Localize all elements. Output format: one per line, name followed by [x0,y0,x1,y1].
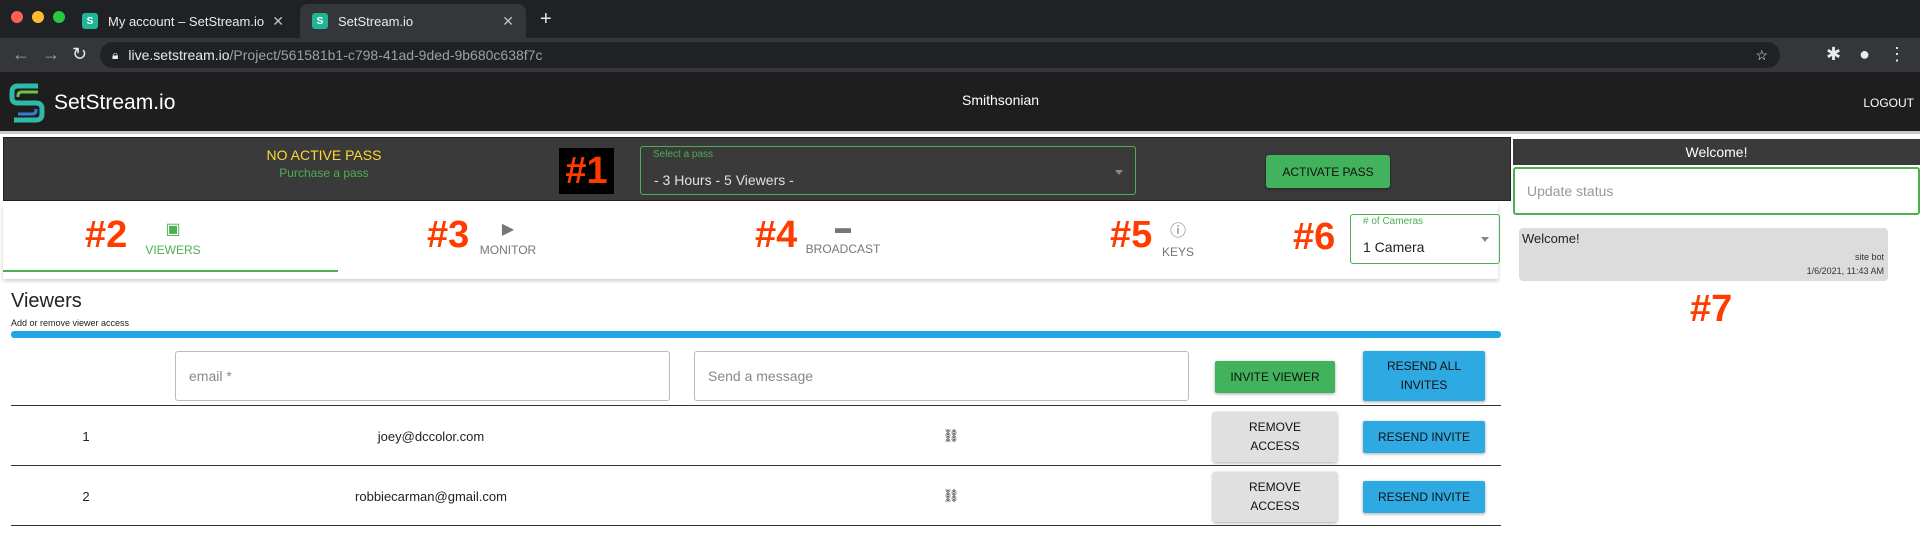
browser-tab-setstream[interactable]: S SetStream.io ✕ [300,4,526,38]
close-tab-icon[interactable]: ✕ [272,13,284,30]
message-timestamp: 1/6/2021, 11:43 AM [1806,266,1884,276]
info-circle-icon: ⓘ [1169,223,1186,240]
remove-access-button[interactable]: REMOVE ACCESS [1213,412,1337,462]
browser-tab-account[interactable]: S My account – SetStream.io ✕ [70,4,296,38]
status-input[interactable]: Update status [1513,167,1920,215]
message-field[interactable]: Send a message [694,351,1189,401]
purchase-pass-link[interactable]: Purchase a pass [259,166,389,180]
lock-icon: 🔒︎ [112,47,119,62]
pass-select-value: - 3 Hours - 5 Viewers - [654,172,794,188]
annotation-5: #5 [1110,214,1153,256]
table-row: 2 robbiecarman@gmail.com ⛓︎ REMOVE ACCES… [11,466,1501,526]
url-path: /Project/561581b1-c798-41ad-9ded-9b680c6… [229,47,543,63]
extensions-puzzle-icon[interactable]: ✱ [1826,44,1841,65]
setstream-favicon-icon: S [82,13,98,29]
browser-toolbar: ← → ↻ 🔒︎ live.setstream.io /Project/5615… [0,38,1920,72]
message-text: Welcome! [1522,231,1580,246]
resend-invite-button[interactable]: RESEND INVITE [1363,481,1485,513]
link-off-icon: ⛓︎ [942,428,960,443]
app-name: SetStream.io [54,91,176,114]
minimize-window-button[interactable] [32,11,44,23]
selected-tab-indicator [3,270,338,272]
row-index: 1 [82,428,90,444]
remove-access-button[interactable]: REMOVE ACCESS [1213,472,1337,522]
viewer-email: robbiecarman@gmail.com [355,488,507,504]
tab-title: SetStream.io [338,13,414,29]
section-tabs: ▣ VIEWERS ▶︎ MONITOR ▬ BROADCAST ⓘ KEYS … [3,204,1500,279]
viewers-table: email * Send a message INVITE VIEWER RES… [11,338,1501,526]
activate-pass-button[interactable]: ACTIVATE PASS [1266,155,1390,188]
tv-play-icon: ▶︎ [501,221,515,238]
window-controls[interactable] [11,11,65,23]
invite-row: email * Send a message INVITE VIEWER RES… [11,338,1501,406]
annotation-6: #6 [1293,216,1336,258]
tab-label: KEYS [1161,245,1194,259]
camera-count-value: 1 Camera [1363,239,1425,255]
chevron-down-icon [1115,170,1123,175]
url-host: live.setstream.io [128,47,230,63]
message-author: site bot [1854,252,1884,262]
close-window-button[interactable] [11,11,23,23]
tab-monitor[interactable]: ▶︎ MONITOR [476,204,540,272]
viewer-email: joey@dccolor.com [377,428,485,444]
setstream-favicon-icon: S [312,13,328,29]
pass-select[interactable]: Select a pass - 3 Hours - 5 Viewers - [640,146,1136,195]
resend-all-invites-button[interactable]: RESEND ALL INVITES [1363,351,1485,401]
browser-tab-strip: S My account – SetStream.io ✕ S SetStrea… [0,0,1920,38]
table-row: 1 joey@dccolor.com ⛓︎ REMOVE ACCESS RESE… [11,406,1501,466]
camera-count-select[interactable]: # of Cameras 1 Camera [1350,214,1500,264]
chevron-down-icon [1481,237,1489,242]
sidebar-header: Welcome! [1513,139,1920,165]
section-divider [11,331,1501,338]
contact-card-icon: ▣ [165,221,181,238]
back-arrow-icon[interactable]: ← [12,44,30,65]
annotation-1: #1 [559,148,614,194]
logout-button[interactable]: LOGOUT [1863,96,1914,110]
resend-invite-button[interactable]: RESEND INVITE [1363,421,1485,453]
more-menu-icon[interactable]: ⋮ [1888,44,1906,65]
tab-label: VIEWERS [145,243,201,257]
tab-keys[interactable]: ⓘ KEYS [1158,204,1198,272]
annotation-7: #7 [1690,288,1733,330]
annotation-3: #3 [427,214,470,256]
tab-title: My account – SetStream.io [108,13,265,29]
pass-bar: NO ACTIVE PASS Purchase a pass Select a … [3,137,1511,201]
chat-message: Welcome! site bot 1/6/2021, 11:43 AM [1519,228,1888,281]
pass-status: NO ACTIVE PASS [266,147,382,163]
bookmark-star-icon[interactable]: ☆ [1755,47,1768,64]
link-off-icon: ⛓︎ [942,488,960,503]
email-field[interactable]: email * [175,351,670,401]
annotation-2: #2 [85,214,128,256]
camera-count-label: # of Cameras [1363,216,1424,227]
page-subtitle: Add or remove viewer access [11,318,130,328]
new-tab-icon[interactable]: + [540,8,552,31]
pass-select-label: Select a pass [653,149,714,160]
forward-arrow-icon[interactable]: → [42,44,60,65]
app-header: SetStream.io Smithsonian LOGOUT [0,72,1920,134]
annotation-4: #4 [755,214,798,256]
setstream-logo-icon [9,83,45,123]
close-tab-icon[interactable]: ✕ [502,13,514,30]
clapperboard-icon: ▬ [835,220,851,237]
row-index: 2 [82,488,90,504]
invite-viewer-button[interactable]: INVITE VIEWER [1215,361,1335,393]
address-bar[interactable]: 🔒︎ live.setstream.io /Project/561581b1-c… [100,42,1780,68]
logo[interactable]: SetStream.io [8,80,175,126]
page-title: Viewers [11,290,82,312]
reload-icon[interactable]: ↻ [72,44,87,65]
tab-broadcast[interactable]: ▬ BROADCAST [803,204,883,272]
tab-label: MONITOR [479,243,537,257]
profile-avatar-icon[interactable]: ● [1859,44,1870,65]
maximize-window-button[interactable] [53,11,65,23]
tab-label: BROADCAST [805,242,881,256]
tab-viewers[interactable]: ▣ VIEWERS [143,204,203,272]
organization-name: Smithsonian [962,92,1040,108]
